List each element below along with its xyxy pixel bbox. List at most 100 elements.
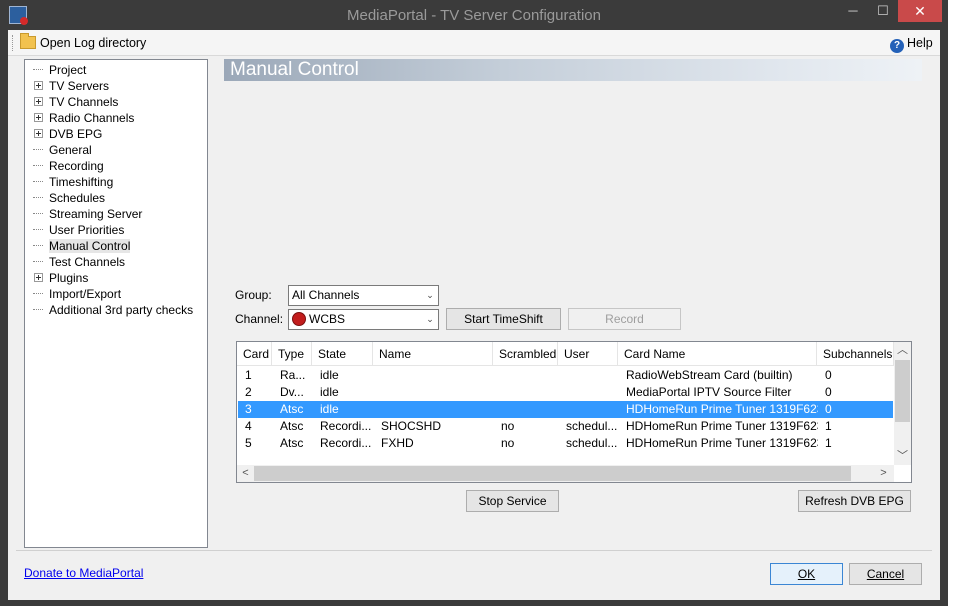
column-header[interactable]: User (558, 342, 618, 366)
toolbar-grip[interactable] (12, 35, 15, 51)
group-combobox[interactable]: All Channels ⌄ (288, 285, 439, 306)
tree-item-label: TV Channels (49, 95, 119, 109)
tree-item[interactable]: General (33, 142, 92, 158)
table-cell: 5 (245, 436, 252, 450)
expand-plus-icon[interactable] (34, 97, 43, 106)
open-log-directory-label: Open Log directory (40, 36, 147, 50)
app-window: MediaPortal - TV Server Configuration ─ … (0, 0, 948, 606)
table-cell (374, 401, 494, 418)
tree-item[interactable]: User Priorities (33, 222, 124, 238)
column-header[interactable]: Name (373, 342, 493, 366)
minimize-button[interactable]: ─ (836, 0, 870, 22)
scroll-down-icon[interactable]: ﹀ (894, 448, 911, 465)
tree-item[interactable]: Test Channels (33, 254, 125, 270)
tree-item[interactable]: Import/Export (33, 286, 121, 302)
tree-item[interactable]: TV Channels (33, 94, 118, 110)
expand-plus-icon[interactable] (34, 129, 43, 138)
scroll-up-icon[interactable]: ︿ (894, 342, 911, 359)
tree-item-label: Additional 3rd party checks (49, 303, 194, 317)
scroll-right-icon[interactable]: > (875, 465, 892, 482)
tree-item[interactable]: Streaming Server (33, 206, 142, 222)
scroll-left-icon[interactable]: < (237, 465, 254, 482)
help-button[interactable]: ? Help (890, 33, 933, 53)
title-bar[interactable]: MediaPortal - TV Server Configuration ─ … (0, 0, 948, 30)
donate-link[interactable]: Donate to MediaPortal (24, 566, 143, 580)
refresh-dvb-epg-button[interactable]: Refresh DVB EPG (798, 490, 911, 512)
table-row[interactable]: 3 Atsc idle HDHomeRun Prime Tuner 1319F623-… (238, 401, 893, 418)
ok-button[interactable]: OK (770, 563, 843, 585)
stop-service-button[interactable]: Stop Service (466, 490, 559, 512)
column-header[interactable]: State (312, 342, 373, 366)
table-cell: Dv... (280, 385, 304, 399)
start-timeshift-button[interactable]: Start TimeShift (446, 308, 561, 330)
tree-item[interactable]: Timeshifting (33, 174, 113, 190)
channel-combobox[interactable]: WCBS ⌄ (288, 309, 439, 330)
column-header[interactable]: Card Name (618, 342, 817, 366)
tree-item-label: General (49, 143, 92, 157)
tree-item-label: Project (49, 63, 87, 77)
tree-item[interactable]: Schedules (33, 190, 105, 206)
table-row[interactable]: 5 Atsc Recordi... FXHD no schedul... HDHomeRun… (238, 435, 893, 452)
tree-item[interactable]: TV Servers (33, 78, 109, 94)
table-cell: HDHomeRun Prime Tuner 1319F623-0 (626, 402, 818, 416)
tree-connector (33, 206, 43, 214)
table-cell (374, 367, 494, 384)
table-cell: 0 (825, 402, 832, 416)
tree-item[interactable]: Radio Channels (33, 110, 134, 126)
client-area: Open Log directory ? Help Project TV Serve… (8, 30, 940, 600)
close-button[interactable]: ✕ (898, 0, 942, 22)
tree-connector (33, 302, 43, 310)
table-row[interactable]: 2 Dv... idle MediaPortal IPTV Source Filter… (238, 384, 893, 401)
column-header[interactable]: Type (272, 342, 312, 366)
table-cell: HDHomeRun Prime Tuner 1319F623-2 (626, 436, 818, 450)
record-button[interactable]: Record (568, 308, 681, 330)
toolbar: Open Log directory ? Help (8, 30, 940, 56)
table-cell: 1 (245, 368, 252, 382)
table-cell: idle (320, 368, 339, 382)
table-cell: Atsc (280, 436, 304, 450)
horizontal-scroll-thumb[interactable] (254, 466, 851, 481)
vertical-scroll-thumb[interactable] (895, 360, 910, 422)
tree-connector (33, 238, 43, 246)
navigation-tree[interactable]: Project TV Servers TV Channels Radio Channe… (24, 59, 208, 548)
table-row[interactable]: 4 Atsc Recordi... SHOCSHD no schedul... HDHome… (238, 418, 893, 435)
group-label: Group: (235, 288, 272, 302)
table-cell: 1 (825, 419, 832, 433)
channel-combobox-value: WCBS (309, 312, 345, 326)
group-combobox-value: All Channels (292, 288, 360, 302)
tree-item[interactable]: DVB EPG (33, 126, 102, 142)
tree-item-label: Radio Channels (49, 111, 135, 125)
tree-connector (33, 286, 43, 294)
tree-connector (33, 190, 43, 198)
cancel-button[interactable]: Cancel (849, 563, 922, 585)
tree-item[interactable]: Manual Control (33, 238, 131, 254)
vertical-scrollbar[interactable]: ︿ ﹀ (894, 342, 911, 465)
expand-plus-icon[interactable] (34, 81, 43, 90)
tree-item[interactable]: Plugins (33, 270, 88, 286)
open-log-directory-button[interactable]: Open Log directory (20, 33, 146, 53)
column-header[interactable]: Scrambled (493, 342, 558, 366)
column-header[interactable]: Subchannels (817, 342, 894, 366)
help-icon: ? (890, 39, 904, 53)
table-row[interactable]: 1 Ra... idle RadioWebStream Card (builtin) 0 (238, 367, 893, 384)
table-cell (374, 384, 494, 401)
tree-item[interactable]: Additional 3rd party checks (33, 302, 193, 318)
table-cell: Atsc (280, 402, 304, 416)
column-header[interactable]: Card (237, 342, 272, 366)
table-cell: schedul... (566, 436, 618, 450)
table-cell: 0 (825, 385, 832, 399)
footer-divider (16, 550, 932, 551)
tree-connector (33, 62, 43, 70)
maximize-button[interactable]: ☐ (870, 0, 896, 22)
horizontal-scrollbar[interactable]: < > (237, 465, 894, 482)
table-cell: Recordi... (320, 436, 372, 450)
cards-grid[interactable]: Card Type State Name Scrambled User Card Name S… (236, 341, 912, 483)
table-cell: Recordi... (320, 419, 372, 433)
tree-item[interactable]: Recording (33, 158, 104, 174)
expand-plus-icon[interactable] (34, 113, 43, 122)
section-title: Manual Control (230, 59, 359, 80)
tree-item-label: DVB EPG (49, 127, 103, 141)
expand-plus-icon[interactable] (34, 273, 43, 282)
tree-item[interactable]: Project (33, 62, 86, 78)
window-title: MediaPortal - TV Server Configuration (346, 7, 601, 24)
